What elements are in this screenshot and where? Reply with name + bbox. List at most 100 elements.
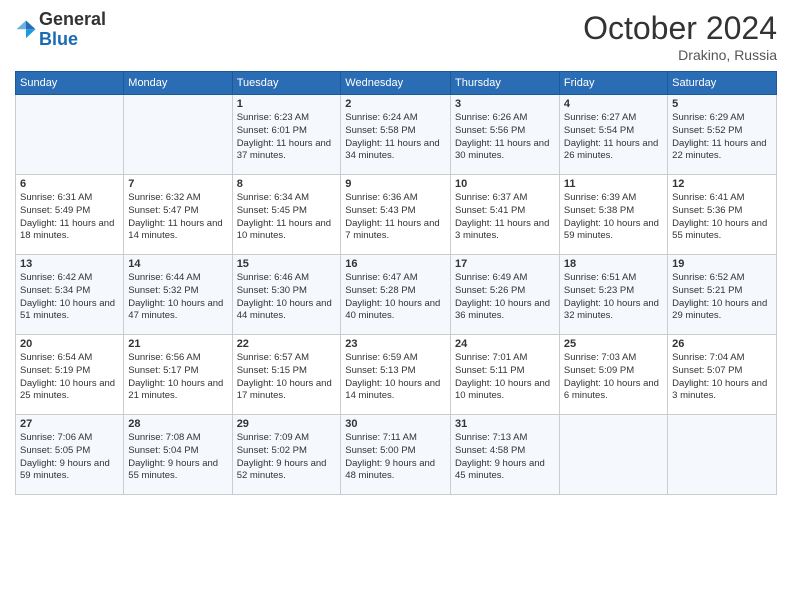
- day-info: Sunrise: 6:57 AM Sunset: 5:15 PM Dayligh…: [237, 352, 337, 403]
- calendar-cell: 26 Sunrise: 7:04 AM Sunset: 5:07 PM Dayli…: [668, 335, 777, 415]
- day-number: 30: [345, 418, 446, 430]
- calendar-cell: 4Sunrise: 6:27 AM Sunset: 5:54 PM Daylig…: [559, 95, 667, 175]
- day-info: Sunrise: 7:11 AM Sunset: 5:00 PM Dayligh…: [345, 432, 446, 483]
- col-thursday: Thursday: [451, 72, 560, 95]
- day-info: Sunrise: 6:47 AM Sunset: 5:28 PM Dayligh…: [345, 272, 446, 323]
- calendar-cell: 22 Sunrise: 6:57 AM Sunset: 5:15 PM Dayli…: [232, 335, 341, 415]
- day-number: 7: [128, 178, 227, 190]
- day-info: Sunrise: 6:44 AM Sunset: 5:32 PM Dayligh…: [128, 272, 227, 323]
- day-info: Sunrise: 7:13 AM Sunset: 4:58 PM Dayligh…: [455, 432, 555, 483]
- calendar-cell: 1 Sunrise: 6:23 AM Sunset: 6:01 PM Daylig…: [232, 95, 341, 175]
- day-info: Sunrise: 6:42 AM Sunset: 5:34 PM Dayligh…: [20, 272, 119, 323]
- col-wednesday: Wednesday: [341, 72, 451, 95]
- day-number: 23: [345, 338, 446, 350]
- calendar-cell: [124, 95, 232, 175]
- calendar-cell: 13Sunrise: 6:42 AM Sunset: 5:34 PM Dayli…: [16, 255, 124, 335]
- day-number: 28: [128, 418, 227, 430]
- calendar-cell: 23 Sunrise: 6:59 AM Sunset: 5:13 PM Dayli…: [341, 335, 451, 415]
- day-info: Sunrise: 6:32 AM Sunset: 5:47 PM Dayligh…: [128, 192, 227, 243]
- day-number: 25: [564, 338, 663, 350]
- col-monday: Monday: [124, 72, 232, 95]
- logo-text: General Blue: [39, 10, 106, 50]
- day-number: 29: [237, 418, 337, 430]
- day-info: Sunrise: 6:34 AM Sunset: 5:45 PM Dayligh…: [237, 192, 337, 243]
- calendar-cell: 7 Sunrise: 6:32 AM Sunset: 5:47 PM Daylig…: [124, 175, 232, 255]
- day-info: Sunrise: 6:29 AM Sunset: 5:52 PM Dayligh…: [672, 112, 772, 163]
- calendar-cell: [668, 415, 777, 495]
- day-info: Sunrise: 7:06 AM Sunset: 5:05 PM Dayligh…: [20, 432, 119, 483]
- calendar-cell: 5 Sunrise: 6:29 AM Sunset: 5:52 PM Daylig…: [668, 95, 777, 175]
- col-tuesday: Tuesday: [232, 72, 341, 95]
- col-saturday: Saturday: [668, 72, 777, 95]
- day-number: 16: [345, 258, 446, 270]
- calendar-cell: 21Sunrise: 6:56 AM Sunset: 5:17 PM Dayli…: [124, 335, 232, 415]
- day-number: 22: [237, 338, 337, 350]
- day-info: Sunrise: 7:03 AM Sunset: 5:09 PM Dayligh…: [564, 352, 663, 403]
- calendar-cell: [559, 415, 667, 495]
- calendar-table: Sunday Monday Tuesday Wednesday Thursday…: [15, 71, 777, 495]
- day-number: 6: [20, 178, 119, 190]
- calendar-cell: 18Sunrise: 6:51 AM Sunset: 5:23 PM Dayli…: [559, 255, 667, 335]
- day-number: 2: [345, 98, 446, 110]
- title-area: October 2024 Drakino, Russia: [583, 10, 777, 63]
- day-info: Sunrise: 6:41 AM Sunset: 5:36 PM Dayligh…: [672, 192, 772, 243]
- calendar-cell: 17Sunrise: 6:49 AM Sunset: 5:26 PM Dayli…: [451, 255, 560, 335]
- day-number: 5: [672, 98, 772, 110]
- calendar-week-4: 20Sunrise: 6:54 AM Sunset: 5:19 PM Dayli…: [16, 335, 777, 415]
- calendar-cell: 29 Sunrise: 7:09 AM Sunset: 5:02 PM Dayli…: [232, 415, 341, 495]
- day-info: Sunrise: 6:39 AM Sunset: 5:38 PM Dayligh…: [564, 192, 663, 243]
- day-info: Sunrise: 6:56 AM Sunset: 5:17 PM Dayligh…: [128, 352, 227, 403]
- day-number: 15: [237, 258, 337, 270]
- day-info: Sunrise: 6:59 AM Sunset: 5:13 PM Dayligh…: [345, 352, 446, 403]
- day-number: 17: [455, 258, 555, 270]
- day-info: Sunrise: 6:24 AM Sunset: 5:58 PM Dayligh…: [345, 112, 446, 163]
- logo-icon: [15, 19, 37, 41]
- calendar-cell: 6 Sunrise: 6:31 AM Sunset: 5:49 PM Daylig…: [16, 175, 124, 255]
- calendar-cell: 28 Sunrise: 7:08 AM Sunset: 5:04 PM Dayli…: [124, 415, 232, 495]
- logo-blue-text: Blue: [39, 30, 106, 50]
- calendar-cell: 3 Sunrise: 6:26 AM Sunset: 5:56 PM Daylig…: [451, 95, 560, 175]
- day-info: Sunrise: 7:09 AM Sunset: 5:02 PM Dayligh…: [237, 432, 337, 483]
- calendar-cell: 24 Sunrise: 7:01 AM Sunset: 5:11 PM Dayli…: [451, 335, 560, 415]
- day-info: Sunrise: 7:04 AM Sunset: 5:07 PM Dayligh…: [672, 352, 772, 403]
- month-title: October 2024: [583, 10, 777, 47]
- day-info: Sunrise: 6:26 AM Sunset: 5:56 PM Dayligh…: [455, 112, 555, 163]
- day-info: Sunrise: 6:52 AM Sunset: 5:21 PM Dayligh…: [672, 272, 772, 323]
- day-number: 31: [455, 418, 555, 430]
- day-info: Sunrise: 7:01 AM Sunset: 5:11 PM Dayligh…: [455, 352, 555, 403]
- calendar-week-1: 1 Sunrise: 6:23 AM Sunset: 6:01 PM Daylig…: [16, 95, 777, 175]
- day-number: 9: [345, 178, 446, 190]
- calendar-cell: 30 Sunrise: 7:11 AM Sunset: 5:00 PM Dayli…: [341, 415, 451, 495]
- calendar-body: 1 Sunrise: 6:23 AM Sunset: 6:01 PM Daylig…: [16, 95, 777, 495]
- calendar-cell: 8Sunrise: 6:34 AM Sunset: 5:45 PM Daylig…: [232, 175, 341, 255]
- calendar-cell: 25 Sunrise: 7:03 AM Sunset: 5:09 PM Dayli…: [559, 335, 667, 415]
- col-friday: Friday: [559, 72, 667, 95]
- calendar-cell: 15Sunrise: 6:46 AM Sunset: 5:30 PM Dayli…: [232, 255, 341, 335]
- weekday-row: Sunday Monday Tuesday Wednesday Thursday…: [16, 72, 777, 95]
- day-number: 1: [237, 98, 337, 110]
- day-info: Sunrise: 6:31 AM Sunset: 5:49 PM Dayligh…: [20, 192, 119, 243]
- day-number: 24: [455, 338, 555, 350]
- calendar-week-5: 27 Sunrise: 7:06 AM Sunset: 5:05 PM Dayli…: [16, 415, 777, 495]
- day-number: 3: [455, 98, 555, 110]
- day-info: Sunrise: 6:27 AM Sunset: 5:54 PM Dayligh…: [564, 112, 663, 163]
- logo-general-text: General: [39, 10, 106, 30]
- day-number: 14: [128, 258, 227, 270]
- logo: General Blue: [15, 10, 106, 50]
- day-info: Sunrise: 6:51 AM Sunset: 5:23 PM Dayligh…: [564, 272, 663, 323]
- calendar-cell: 19Sunrise: 6:52 AM Sunset: 5:21 PM Dayli…: [668, 255, 777, 335]
- day-number: 10: [455, 178, 555, 190]
- calendar-week-3: 13Sunrise: 6:42 AM Sunset: 5:34 PM Dayli…: [16, 255, 777, 335]
- calendar-cell: [16, 95, 124, 175]
- day-info: Sunrise: 7:08 AM Sunset: 5:04 PM Dayligh…: [128, 432, 227, 483]
- day-number: 27: [20, 418, 119, 430]
- page: General Blue October 2024 Drakino, Russi…: [0, 0, 792, 612]
- day-number: 26: [672, 338, 772, 350]
- calendar-cell: 12Sunrise: 6:41 AM Sunset: 5:36 PM Dayli…: [668, 175, 777, 255]
- calendar-cell: 2 Sunrise: 6:24 AM Sunset: 5:58 PM Daylig…: [341, 95, 451, 175]
- day-info: Sunrise: 6:37 AM Sunset: 5:41 PM Dayligh…: [455, 192, 555, 243]
- calendar-week-2: 6 Sunrise: 6:31 AM Sunset: 5:49 PM Daylig…: [16, 175, 777, 255]
- calendar-cell: 16 Sunrise: 6:47 AM Sunset: 5:28 PM Dayli…: [341, 255, 451, 335]
- calendar-cell: 9Sunrise: 6:36 AM Sunset: 5:43 PM Daylig…: [341, 175, 451, 255]
- day-info: Sunrise: 6:23 AM Sunset: 6:01 PM Dayligh…: [237, 112, 337, 163]
